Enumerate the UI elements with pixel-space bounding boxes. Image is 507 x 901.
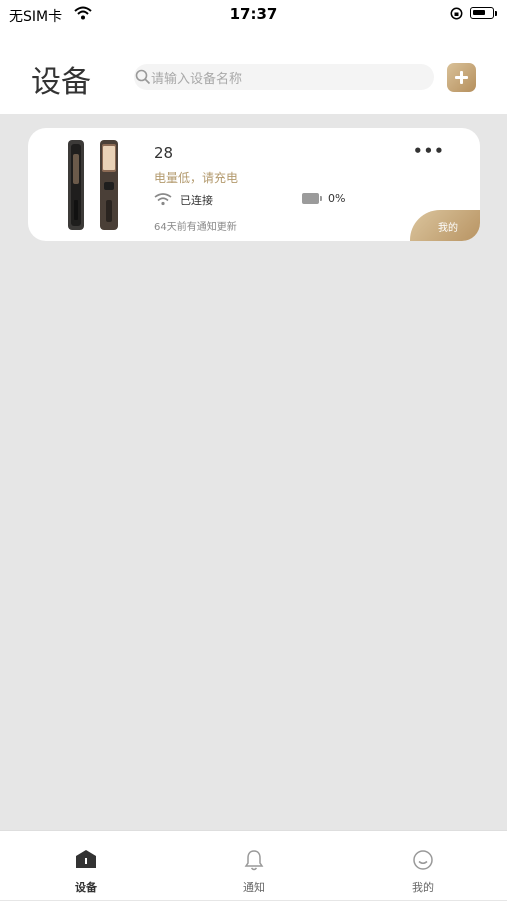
tab-notifications-label: 通知 <box>243 881 265 894</box>
tab-devices[interactable]: 设备 <box>26 831 146 901</box>
search-placeholder: 请输入设备名称 <box>151 72 243 87</box>
clock: 17:37 <box>229 5 278 23</box>
wifi-icon <box>154 193 172 206</box>
connection-status: 已连接 <box>180 194 213 207</box>
tab-notifications[interactable]: 通知 <box>194 831 314 901</box>
battery-icon <box>470 7 494 19</box>
tab-devices-label: 设备 <box>75 881 97 894</box>
device-battery-icon <box>302 193 322 204</box>
bell-icon <box>244 850 264 871</box>
tab-mine[interactable]: 我的 <box>363 831 483 901</box>
device-card[interactable]: 28 电量低，请充电 已连接 0% 64天前有通知更新 ••• 我的 <box>28 128 480 241</box>
smile-icon <box>413 850 433 870</box>
header: 设备 请输入设备名称 <box>0 30 507 114</box>
battery-warning: 电量低，请充电 <box>154 171 239 185</box>
status-bar: 无SIM卡 17:37 <box>0 0 507 30</box>
search-icon <box>135 69 151 85</box>
update-notice: 64天前有通知更新 <box>154 222 237 233</box>
smart-lock-image <box>68 140 118 230</box>
owner-badge: 我的 <box>410 210 480 241</box>
add-device-button[interactable] <box>447 63 476 92</box>
page-title: 设备 <box>31 65 91 100</box>
search-input[interactable]: 请输入设备名称 <box>134 64 434 90</box>
battery-percent: 0% <box>328 192 346 205</box>
tab-bar: 设备 通知 我的 <box>0 830 507 900</box>
more-options-button[interactable]: ••• <box>413 142 445 160</box>
rotation-lock-icon <box>450 7 463 20</box>
tab-mine-label: 我的 <box>412 881 434 894</box>
device-name: 28 <box>154 144 174 162</box>
owner-badge-label: 我的 <box>438 223 458 234</box>
home-icon <box>76 850 96 868</box>
